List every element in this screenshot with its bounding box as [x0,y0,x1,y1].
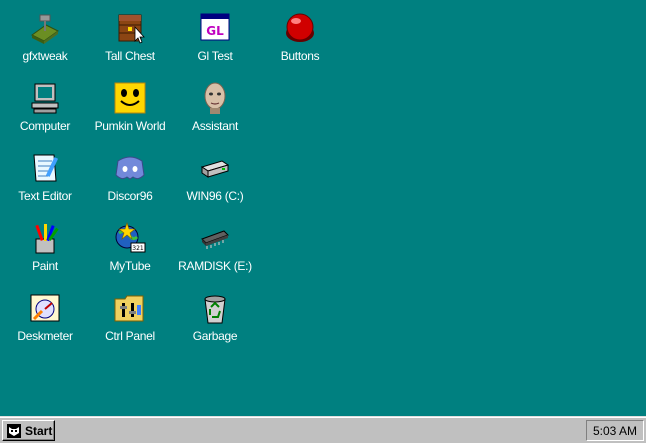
gl-window-icon: GL [197,10,233,46]
desktop-icon-ramdisk-e[interactable]: RAMDISK (E:) [175,220,255,273]
desktop-icon-label: Garbage [192,329,238,343]
desktop: gfxtweak Tall Chest GL Gl Test Buttons C… [0,0,646,416]
taskbar: Start 5:03 AM [0,416,646,443]
assistant-face-icon [197,80,233,116]
desktop-icon-gfxtweak[interactable]: gfxtweak [5,10,85,63]
desktop-icon-mytube[interactable]: 321 MyTube [90,220,170,273]
paint-icon [27,220,63,256]
desktop-icon-tall-chest[interactable]: Tall Chest [90,10,170,63]
desktop-icon-label: Deskmeter [17,329,73,343]
control-panel-icon [112,290,148,326]
system-tray: 5:03 AM [586,420,644,441]
start-button[interactable]: Start [2,420,55,441]
desktop-icon-label: Discor96 [107,189,153,203]
desktop-icon-computer[interactable]: Computer [5,80,85,133]
desktop-icon-label: Assistant [192,119,238,133]
desktop-icon-label: Pumkin World [94,119,166,133]
desktop-icon-ctrl-panel[interactable]: Ctrl Panel [90,290,170,343]
desktop-icon-gl-test[interactable]: GL Gl Test [175,10,255,63]
start-label: Start [25,423,53,438]
desktop-icon-label: Buttons [280,49,320,63]
desktop-icon-garbage[interactable]: Garbage [175,290,255,343]
desktop-icon-label: Paint [32,259,58,273]
desktop-icon-paint[interactable]: Paint [5,220,85,273]
desktop-icon-pumkin-world[interactable]: Pumkin World [90,80,170,133]
desktop-icon-text-editor[interactable]: Text Editor [5,150,85,203]
computer-icon [27,80,63,116]
desktop-icon-label: Tall Chest [105,49,155,63]
gfxtweak-icon [27,10,63,46]
ram-chip-icon [197,220,233,256]
start-logo-icon [7,423,21,438]
pumpkin-face-icon [112,80,148,116]
desktop-icon-label: Ctrl Panel [105,329,155,343]
notepad-icon [27,150,63,186]
desktop-icon-win96-c[interactable]: WIN96 (C:) [175,150,255,203]
mytube-icon: 321 [112,220,148,256]
desktop-icon-label: WIN96 (C:) [186,189,244,203]
desktop-icon-label: Text Editor [18,189,72,203]
recycle-bin-icon [197,290,233,326]
desktop-icon-label: gfxtweak [22,49,68,63]
chest-icon [112,10,148,46]
clock[interactable]: 5:03 AM [593,424,637,438]
desktop-icon-discor96[interactable]: Discor96 [90,150,170,203]
desktop-icon-buttons[interactable]: Buttons [260,10,340,63]
desktop-icon-label: Computer [19,119,71,133]
deskmeter-icon [27,290,63,326]
desktop-icon-deskmeter[interactable]: Deskmeter [5,290,85,343]
desktop-icon-label: RAMDISK (E:) [178,259,252,273]
hard-drive-icon [197,150,233,186]
discord-icon [112,150,148,186]
desktop-icon-assistant[interactable]: Assistant [175,80,255,133]
svg-text:321: 321 [132,245,144,252]
svg-text:GL: GL [206,24,224,38]
desktop-icon-label: Gl Test [197,49,233,63]
red-button-icon [282,10,318,46]
desktop-icon-label: MyTube [109,259,151,273]
